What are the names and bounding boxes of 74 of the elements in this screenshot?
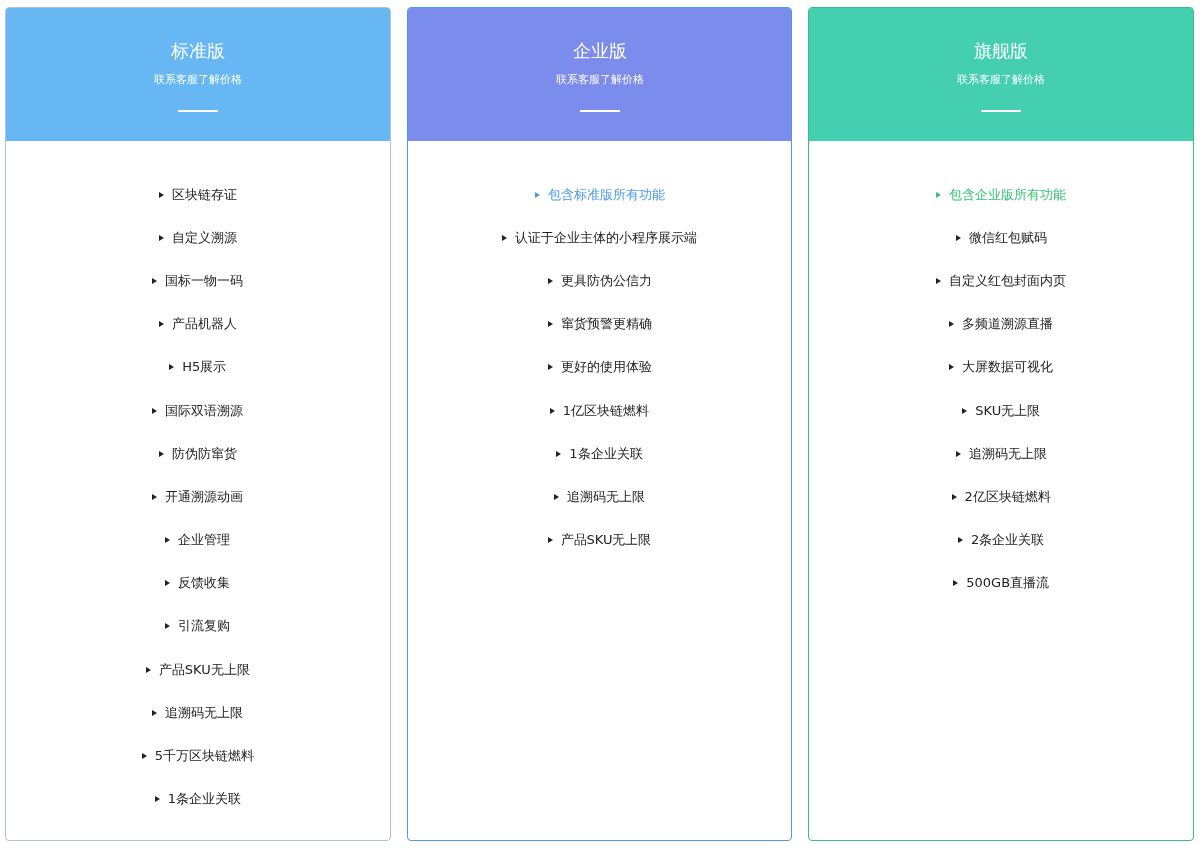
feature-text: 国标一物一码 bbox=[165, 271, 244, 290]
feature-text: 区块链存证 bbox=[171, 185, 237, 204]
bullet-icon bbox=[158, 321, 164, 328]
plan-subtitle: 联系客服了解价格 bbox=[555, 73, 644, 87]
feature-text: 包含企业版所有功能 bbox=[949, 185, 1067, 204]
feature-text: SKU无上限 bbox=[975, 401, 1041, 420]
feature-text: 企业管理 bbox=[178, 531, 231, 550]
feature-text: 追溯码无上限 bbox=[567, 487, 645, 506]
feature-text: 500GB直播流 bbox=[966, 574, 1050, 593]
feature-text: 多频道溯源直播 bbox=[962, 315, 1054, 334]
plan-title: 企业版 bbox=[572, 39, 627, 63]
feature-text: 1条企业关联 bbox=[569, 444, 643, 463]
bullet-icon bbox=[141, 753, 147, 760]
feature-text: 更具防伪公信力 bbox=[560, 271, 652, 290]
bullet-icon bbox=[502, 234, 507, 241]
bullet-icon bbox=[962, 407, 968, 414]
feature-text: 反馈收集 bbox=[178, 574, 231, 593]
bullet-icon bbox=[547, 277, 553, 284]
bullet-icon bbox=[554, 493, 559, 500]
feature-text: 国际双语溯源 bbox=[165, 401, 244, 420]
bullet-icon bbox=[152, 277, 158, 284]
bullet-icon bbox=[547, 321, 553, 328]
feature-text: 大屏数据可视化 bbox=[962, 358, 1054, 377]
bullet-icon bbox=[165, 623, 171, 630]
bullet-icon bbox=[534, 191, 540, 198]
bullet-icon bbox=[955, 450, 961, 457]
bullet-icon bbox=[547, 537, 553, 544]
bullet-icon bbox=[158, 234, 164, 241]
bullet-icon bbox=[556, 450, 562, 457]
bullet-icon bbox=[165, 537, 171, 544]
bullet-icon bbox=[936, 277, 942, 284]
feature-text: 包含标准版所有功能 bbox=[547, 185, 665, 204]
feature-text: 产品SKU无上限 bbox=[560, 531, 652, 550]
feature-text: 防伪防窜货 bbox=[171, 444, 237, 463]
feature-text: 追溯码无上限 bbox=[968, 444, 1047, 463]
feature-text: 1亿区块链燃料 bbox=[562, 401, 650, 420]
plan-title: 标准版 bbox=[170, 39, 225, 63]
feature-text: 追溯码无上限 bbox=[165, 703, 244, 722]
feature-text: 自定义溯源 bbox=[171, 228, 237, 247]
feature-text: 5千万区块链燃料 bbox=[154, 747, 254, 766]
feature-text: 产品机器人 bbox=[171, 315, 237, 334]
feature-text: 微信红包赋码 bbox=[968, 228, 1047, 247]
bullet-icon bbox=[953, 580, 959, 587]
feature-text: 2条企业关联 bbox=[971, 531, 1045, 550]
bullet-icon bbox=[955, 234, 961, 241]
plan-subtitle: 联系客服了解价格 bbox=[153, 73, 242, 87]
plan-subtitle: 联系客服了解价格 bbox=[957, 73, 1046, 87]
feature-text: 认证于企业主体的小程序展示端 bbox=[515, 228, 697, 247]
bullet-icon bbox=[145, 666, 151, 673]
bullet-icon bbox=[169, 364, 175, 371]
bullet-icon bbox=[152, 709, 158, 716]
feature-text: 1条企业关联 bbox=[167, 790, 241, 809]
bullet-icon bbox=[958, 537, 964, 544]
feature-text: H5展示 bbox=[182, 358, 227, 377]
plan-title: 旗舰版 bbox=[974, 39, 1029, 63]
bullet-icon bbox=[158, 191, 164, 198]
bullet-icon bbox=[951, 493, 957, 500]
feature-text: 开通溯源动画 bbox=[165, 487, 244, 506]
feature-text: 产品SKU无上限 bbox=[158, 660, 250, 679]
feature-text: 窜货预警更精确 bbox=[560, 315, 652, 334]
bullet-icon bbox=[152, 493, 158, 500]
feature-text: 2亿区块链燃料 bbox=[964, 487, 1051, 506]
bullet-icon bbox=[154, 796, 160, 803]
bullet-icon bbox=[549, 407, 555, 414]
bullet-icon bbox=[158, 450, 164, 457]
feature-text: 自定义红包封面内页 bbox=[949, 271, 1067, 290]
bullet-icon bbox=[949, 364, 955, 371]
feature-text: 引流复购 bbox=[178, 617, 231, 636]
bullet-icon bbox=[949, 321, 955, 328]
feature-text: 更好的使用体验 bbox=[560, 358, 652, 377]
bullet-icon bbox=[165, 580, 171, 587]
bullet-icon bbox=[936, 191, 942, 198]
bullet-icon bbox=[547, 364, 553, 371]
bullet-icon bbox=[152, 407, 158, 414]
